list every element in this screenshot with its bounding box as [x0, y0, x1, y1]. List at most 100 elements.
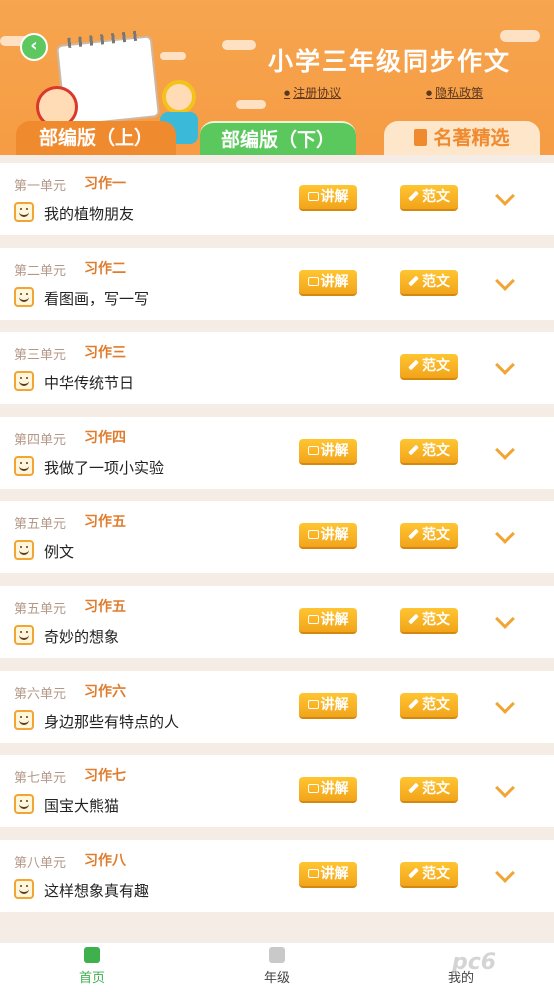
topic-title: 例文: [44, 543, 75, 562]
exercise-label: 习作二: [84, 260, 126, 277]
chevron-down-icon[interactable]: [495, 693, 515, 714]
unit-label: 第五单元: [14, 602, 67, 617]
lecture-button-label: 讲解: [320, 442, 349, 459]
lecture-button[interactable]: 讲解: [299, 269, 357, 296]
home-icon: [84, 947, 100, 963]
sample-essay-button[interactable]: 范文: [400, 185, 458, 211]
lecture-button[interactable]: 讲解: [299, 608, 357, 634]
sample-essay-button[interactable]: 范文: [400, 692, 458, 719]
list-item[interactable]: 第八单元 习作八 这样想象真有趣 讲解 范文: [0, 839, 554, 912]
chevron-down-icon[interactable]: [495, 778, 515, 799]
unit-label: 第一单元: [14, 179, 67, 194]
topic-title: 中华传统节日: [44, 374, 135, 393]
user-agreement-link[interactable]: 注册协议: [284, 84, 341, 101]
chevron-down-icon[interactable]: [495, 609, 515, 629]
back-button[interactable]: ‹: [20, 33, 48, 61]
header-banner: ‹ 小学三年级同步作文 注册协议 隐私政策 部编版（上） 部编版（下） 名著精选: [0, 0, 554, 155]
privacy-policy-link[interactable]: 隐私政策: [426, 84, 483, 101]
topic-title: 这样想象真有趣: [44, 881, 150, 900]
topic-title: 国宝大熊猫: [44, 797, 120, 816]
sample-essay-button-label: 范文: [422, 865, 450, 882]
pen-icon: [408, 190, 419, 202]
sample-essay-button[interactable]: 范文: [400, 777, 458, 804]
lecture-button[interactable]: 讲解: [299, 185, 357, 211]
pen-icon: [408, 444, 419, 456]
smiley-icon: [14, 371, 34, 392]
chevron-down-icon[interactable]: [495, 270, 515, 291]
lecture-button-label: 讲解: [320, 865, 349, 882]
nav-grade[interactable]: 年级: [237, 947, 317, 986]
tab-edition-lower[interactable]: 部编版（下）: [200, 121, 356, 155]
watermark-logo: pc6: [452, 950, 497, 975]
sample-essay-button[interactable]: 范文: [400, 608, 458, 634]
app-page: ‹ 小学三年级同步作文 注册协议 隐私政策 部编版（上） 部编版（下） 名著精选…: [0, 0, 554, 992]
lecture-button[interactable]: 讲解: [299, 438, 357, 465]
topic-title: 奇妙的想象: [44, 628, 120, 646]
exercise-label: 习作八: [84, 852, 126, 869]
sample-essay-button[interactable]: 范文: [400, 269, 458, 296]
sample-essay-button-label: 范文: [422, 273, 450, 290]
smiley-icon: [14, 794, 34, 815]
pen-icon: [408, 867, 419, 879]
list-item[interactable]: 第一单元 习作一 我的植物朋友 讲解 范文: [0, 163, 554, 235]
chevron-down-icon[interactable]: [495, 862, 515, 883]
lecture-button[interactable]: 讲解: [299, 692, 357, 719]
smiley-icon: [14, 202, 34, 222]
chevron-down-icon[interactable]: [495, 524, 515, 545]
smiley-icon: [14, 878, 34, 899]
sample-essay-button-label: 范文: [422, 696, 450, 713]
tab-classic-books[interactable]: 名著精选: [384, 121, 540, 155]
exercise-label: 习作四: [84, 429, 126, 446]
cloud-decoration: [222, 40, 256, 50]
lecture-button[interactable]: 讲解: [299, 777, 357, 804]
pen-icon: [408, 613, 419, 625]
unit-label: 第五单元: [14, 517, 67, 533]
cloud-decoration: [160, 52, 186, 60]
sample-essay-button-label: 范文: [422, 527, 450, 544]
nav-home[interactable]: 首页: [52, 947, 132, 986]
smiley-icon: [14, 286, 34, 307]
list-item[interactable]: 第三单元 习作三 中华传统节日 范文: [0, 332, 554, 405]
lecture-button[interactable]: 讲解: [299, 523, 357, 550]
list-item[interactable]: 第六单元 习作六 身边那些有特点的人 讲解 范文: [0, 670, 554, 743]
lecture-button-label: 讲解: [320, 527, 349, 544]
list-item[interactable]: 第五单元 习作五 例文 讲解 范文: [0, 501, 554, 574]
video-icon: [307, 276, 319, 286]
lecture-button-label: 讲解: [320, 189, 349, 205]
list-item[interactable]: 第五单元 习作五奇妙的想象 讲解 范文: [0, 586, 554, 658]
page-title: 小学三年级同步作文: [268, 47, 512, 76]
exercise-label: 习作六: [84, 683, 126, 700]
exercise-label: 习作五: [84, 599, 126, 615]
sample-essay-button-label: 范文: [422, 612, 450, 628]
lecture-button-label: 讲解: [320, 273, 349, 290]
cloud-decoration: [500, 30, 540, 42]
chevron-down-icon[interactable]: [495, 439, 515, 460]
unit-label: 第三单元: [14, 348, 67, 364]
lecture-button[interactable]: 讲解: [299, 861, 357, 888]
video-icon: [307, 868, 319, 878]
unit-label: 第二单元: [14, 263, 67, 279]
list-item[interactable]: 第七单元 习作七 国宝大熊猫 讲解 范文: [0, 755, 554, 828]
boy-illustration: [162, 80, 196, 114]
list-item[interactable]: 第四单元 习作四 我做了一项小实验 讲解 范文: [0, 416, 554, 489]
unit-label: 第四单元: [14, 432, 67, 448]
smiley-icon: [14, 540, 34, 561]
pen-icon: [408, 275, 419, 286]
video-icon: [307, 530, 319, 540]
sample-essay-button[interactable]: 范文: [400, 354, 458, 381]
sample-essay-button[interactable]: 范文: [400, 861, 458, 888]
pen-icon: [408, 782, 419, 794]
chevron-down-icon[interactable]: [495, 186, 515, 206]
sample-essay-button[interactable]: 范文: [400, 523, 458, 550]
pen-icon: [408, 698, 419, 709]
tab-edition-upper[interactable]: 部编版（上）: [16, 121, 176, 155]
video-icon: [307, 615, 319, 624]
sample-essay-button[interactable]: 范文: [400, 438, 458, 465]
sample-essay-button-label: 范文: [422, 358, 450, 375]
unit-label: 第七单元: [14, 771, 67, 787]
list-item[interactable]: 第二单元 习作二 看图画，写一写 讲解 范文: [0, 247, 554, 320]
chevron-down-icon[interactable]: [495, 355, 515, 376]
sample-essay-button-label: 范文: [422, 189, 450, 205]
exercise-label: 习作五: [84, 514, 126, 531]
lecture-button-label: 讲解: [320, 781, 349, 798]
